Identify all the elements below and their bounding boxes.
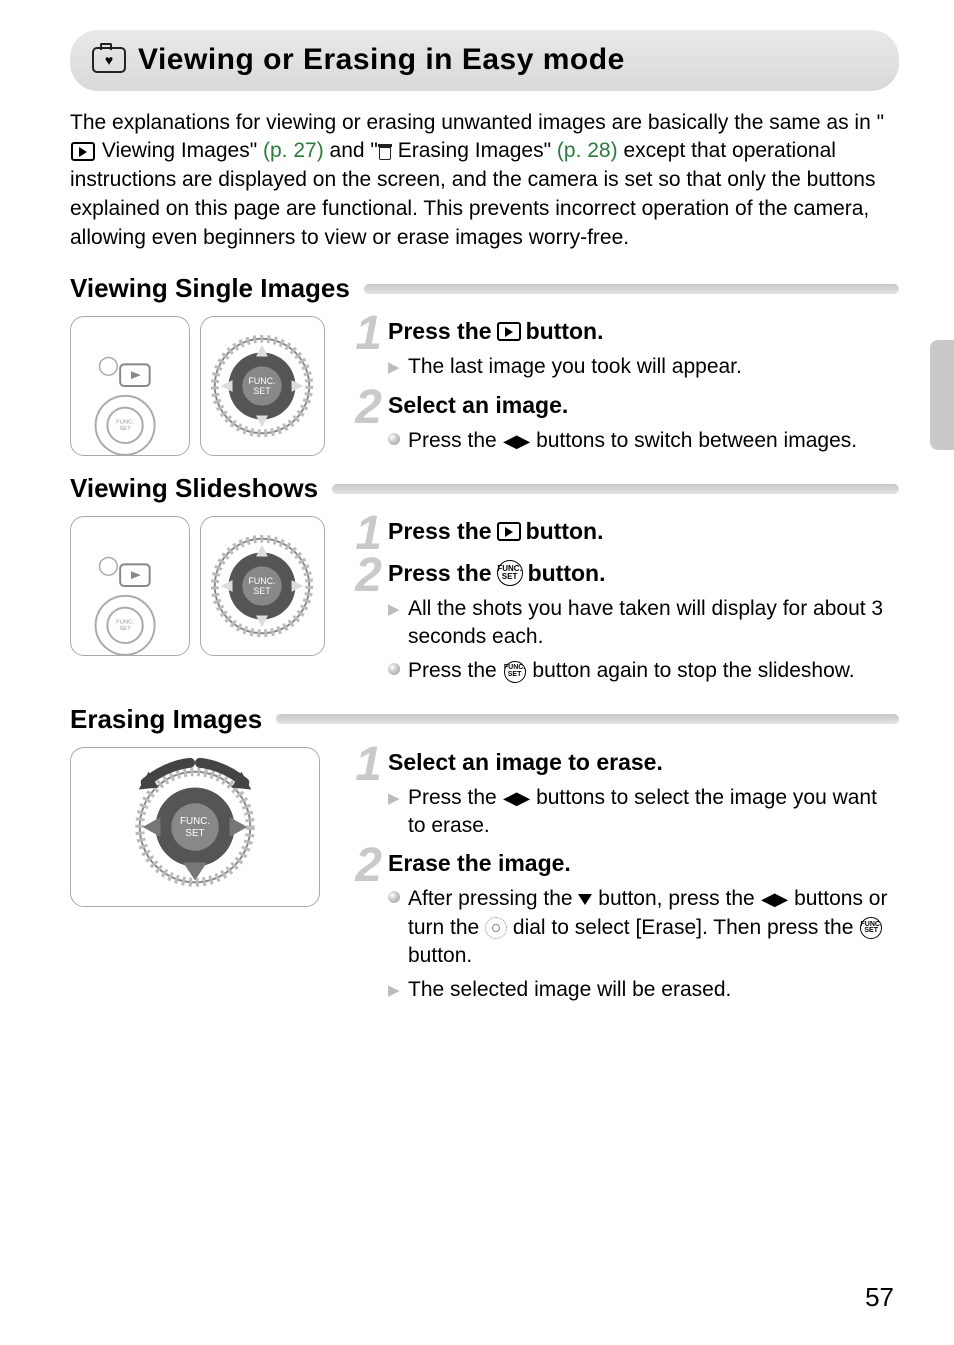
section-heading-single: Viewing Single Images: [70, 271, 899, 306]
left-right-arrows-icon: ▶▶: [503, 789, 531, 807]
left-right-arrows-icon: ▶▶: [503, 432, 531, 450]
easy-mode-icon: ♥: [92, 47, 126, 73]
trash-icon: [378, 144, 392, 160]
result-arrow-icon: ▶: [388, 789, 400, 809]
bullet-text: Press the: [408, 429, 503, 452]
step-title-press-playback: Press the button.: [388, 516, 899, 547]
bullet-text: button again to stop the slideshow.: [532, 659, 854, 682]
func-set-icon: FUNC.SET: [497, 560, 523, 586]
svg-text:FUNC.: FUNC.: [248, 376, 275, 386]
svg-text:FUNC.: FUNC.: [116, 420, 134, 426]
svg-text:FUNC.: FUNC.: [180, 816, 210, 827]
bullet-text: dial to select [Erase]. Then press the: [513, 916, 859, 939]
page-title: Viewing or Erasing in Easy mode: [138, 40, 625, 81]
section-title-erasing: Erasing Images: [70, 702, 276, 737]
section-heading-erasing: Erasing Images: [70, 702, 899, 737]
svg-text:SET: SET: [185, 828, 204, 839]
intro-text-1: The explanations for viewing or erasing …: [70, 111, 884, 134]
step-text: Press the: [388, 558, 492, 589]
section-heading-slideshows: Viewing Slideshows: [70, 471, 899, 506]
step-text: button.: [526, 516, 604, 547]
intro-erasing: Erasing Images": [392, 139, 557, 162]
bullet-text: buttons to switch between images.: [536, 429, 857, 452]
result-arrow-icon: ▶: [388, 358, 400, 378]
step-number-2: 2: [348, 844, 382, 887]
svg-text:SET: SET: [119, 427, 131, 433]
bullet-text: button, press the: [598, 887, 760, 910]
diagram-camera-back: FUNC. SET: [70, 316, 190, 456]
control-dial-icon: [485, 917, 507, 939]
step-title-erase-image: Erase the image.: [388, 848, 899, 879]
result-arrow-icon: ▶: [388, 981, 400, 1001]
svg-text:FUNC.: FUNC.: [116, 620, 134, 626]
section-side-tab: [930, 340, 954, 450]
svg-text:SET: SET: [253, 386, 271, 396]
step-number-2: 2: [348, 554, 382, 597]
heading-rule: [332, 484, 899, 494]
heading-rule: [276, 714, 899, 724]
svg-text:FUNC.: FUNC.: [248, 576, 275, 586]
step-title-select-erase: Select an image to erase.: [388, 747, 899, 778]
bullet-icon: [388, 433, 400, 445]
step-text: Press the: [388, 316, 492, 347]
step-bullet: Press the FUNC.SET button again to stop …: [408, 657, 855, 685]
func-set-icon: FUNC.SET: [504, 661, 526, 683]
bullet-text: Press the: [408, 659, 503, 682]
xref-p27[interactable]: (p. 27): [263, 139, 324, 162]
bullet-icon: [388, 663, 400, 675]
svg-text:SET: SET: [119, 627, 131, 633]
func-set-icon: FUNC.SET: [860, 917, 882, 939]
diagram-control-dial: FUNC. SET: [200, 516, 325, 656]
step-title-select-image: Select an image.: [388, 390, 899, 421]
step-bullet: After pressing the button, press the ▶▶ …: [408, 885, 899, 970]
step-title-press-func: Press the FUNC.SET button.: [388, 558, 899, 589]
step-result: The last image you took will appear.: [408, 353, 742, 381]
page-number: 57: [865, 1280, 894, 1315]
result-arrow-icon: ▶: [388, 600, 400, 620]
step-number-2: 2: [348, 386, 382, 429]
xref-p28[interactable]: (p. 28): [557, 139, 618, 162]
step-text: button.: [528, 558, 606, 589]
step-number-1: 1: [348, 312, 382, 355]
bullet-text: Press the: [408, 786, 503, 809]
section-title-single: Viewing Single Images: [70, 271, 364, 306]
step-bullet: Press the ▶▶ buttons to switch between i…: [408, 427, 857, 455]
diagram-control-dial: FUNC. SET: [200, 316, 325, 456]
diagram-camera-back: FUNC. SET: [70, 516, 190, 656]
svg-text:SET: SET: [253, 586, 271, 596]
bullet-text: After pressing the: [408, 887, 578, 910]
step-bullet: Press the ▶▶ buttons to select the image…: [408, 784, 899, 841]
step-title-press-playback: Press the button.: [388, 316, 899, 347]
playback-icon: [497, 522, 521, 541]
intro-viewing: Viewing Images": [96, 139, 263, 162]
playback-icon: [497, 322, 521, 341]
bullet-text: button.: [408, 944, 472, 967]
page-title-bar: ♥ Viewing or Erasing in Easy mode: [70, 30, 899, 91]
intro-paragraph: The explanations for viewing or erasing …: [70, 109, 899, 254]
bullet-icon: [388, 891, 400, 903]
playback-icon: [71, 142, 95, 161]
diagram-control-dial-rotate: FUNC. SET: [70, 747, 320, 907]
step-text: button.: [526, 316, 604, 347]
intro-text-2: and ": [324, 139, 378, 162]
step-number-1: 1: [348, 743, 382, 786]
left-right-arrows-icon: ▶▶: [761, 890, 789, 908]
step-text: Press the: [388, 516, 492, 547]
step-result: The selected image will be erased.: [408, 976, 731, 1004]
heading-rule: [364, 284, 899, 294]
step-result: All the shots you have taken will displa…: [408, 595, 899, 652]
down-arrow-icon: [578, 894, 592, 905]
section-title-slideshows: Viewing Slideshows: [70, 471, 332, 506]
